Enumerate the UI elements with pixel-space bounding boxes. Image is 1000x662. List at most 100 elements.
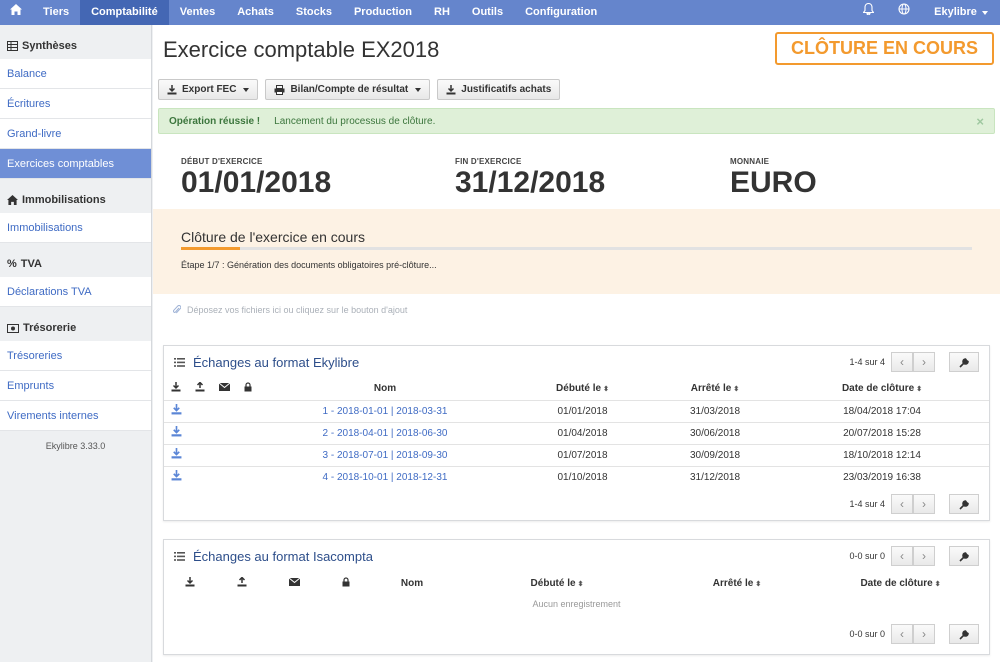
- nav-comptabilite[interactable]: Comptabilité: [80, 0, 169, 25]
- settings-button[interactable]: [949, 352, 979, 372]
- isacompta-exchanges-panel: Échanges au format Isacompta 0-0 sur 0 ‹…: [163, 539, 990, 655]
- wrench-icon: [958, 357, 969, 368]
- lock-cell: [236, 399, 260, 422]
- column-debute[interactable]: Débuté le ⬍: [452, 572, 662, 594]
- sort-icon: ⬍: [733, 386, 740, 394]
- pager-count: 1-4 sur 4: [849, 357, 885, 367]
- sidebar-section-title: TVA: [20, 258, 42, 270]
- next-page-button[interactable]: ›: [913, 546, 935, 566]
- table-row: 3 - 2018-07-01 | 2018-09-30 01/07/2018 30/…: [164, 443, 989, 466]
- close-icon[interactable]: ×: [976, 114, 984, 129]
- table-icon: [7, 41, 18, 51]
- column-cloture[interactable]: Date de clôture ⬍: [812, 572, 989, 594]
- home-icon: [10, 4, 22, 15]
- column-nom[interactable]: Nom: [260, 378, 510, 400]
- closing-title: Clôture de l'exercice en cours: [181, 229, 365, 245]
- download-icon: [171, 426, 181, 437]
- exchange-link[interactable]: 2 - 2018-04-01 | 2018-06-30: [323, 428, 448, 439]
- justificatifs-button[interactable]: Justificatifs achats: [437, 79, 561, 100]
- end-date-value: 31/12/2018: [455, 166, 606, 199]
- end-date-block: FIN D'EXERCICE 31/12/2018: [455, 157, 605, 200]
- sidebar-item-exercices[interactable]: Exercices comptables: [0, 149, 151, 179]
- table-row: 2 - 2018-04-01 | 2018-06-30 01/04/2018 30/…: [164, 421, 989, 444]
- sort-icon: ⬍: [603, 386, 609, 394]
- end-date-cell: 30/06/2018: [655, 421, 775, 444]
- download-button[interactable]: [164, 465, 188, 488]
- settings-button[interactable]: [949, 624, 979, 644]
- next-page-button[interactable]: ›: [913, 494, 935, 514]
- bell-icon: [862, 2, 875, 16]
- bilan-button[interactable]: Bilan/Compte de résultat: [265, 79, 431, 100]
- language-button[interactable]: [886, 0, 922, 25]
- closing-step: Étape 1/7 : Génération des documents obl…: [181, 260, 437, 270]
- isacompta-table: Nom Débuté le ⬍ Arrêté le ⬍ Date de clôtur…: [164, 572, 989, 594]
- name-cell: 4 - 2018-10-01 | 2018-12-31: [260, 465, 510, 488]
- user-menu[interactable]: Ekylibre: [922, 0, 1000, 25]
- prev-page-button[interactable]: ‹: [891, 624, 913, 644]
- exchange-link[interactable]: 1 - 2018-01-01 | 2018-03-31: [323, 406, 448, 417]
- nav-stocks[interactable]: Stocks: [285, 0, 343, 25]
- closing-date-cell: 18/04/2018 17:04: [775, 399, 989, 422]
- home-button[interactable]: [0, 0, 32, 25]
- settings-button[interactable]: [949, 546, 979, 566]
- column-arrete[interactable]: Arrêté le ⬍: [662, 572, 812, 594]
- sidebar-item-declarations-tva[interactable]: Déclarations TVA: [0, 277, 151, 307]
- upload-cell: [188, 399, 212, 422]
- nav-ventes[interactable]: Ventes: [169, 0, 226, 25]
- download-icon: [171, 448, 181, 459]
- nav-outils[interactable]: Outils: [461, 0, 514, 25]
- file-dropzone[interactable]: Déposez vos fichiers ici ou cliquez sur …: [173, 305, 407, 315]
- closing-date-cell: 20/07/2018 15:28: [775, 421, 989, 444]
- column-label: Arrêté le: [690, 383, 732, 395]
- sidebar-item-balance[interactable]: Balance: [0, 59, 151, 89]
- sidebar-item-emprunts[interactable]: Emprunts: [0, 371, 151, 401]
- sidebar-section-syntheses: Synthèses: [0, 33, 151, 59]
- column-cloture[interactable]: Date de clôture ⬍: [775, 378, 989, 400]
- nav-rh[interactable]: RH: [423, 0, 461, 25]
- nav-tiers[interactable]: Tiers: [32, 0, 80, 25]
- upload-column-icon: [216, 572, 268, 594]
- column-nom[interactable]: Nom: [372, 572, 452, 594]
- next-page-button[interactable]: ›: [913, 624, 935, 644]
- nav-achats[interactable]: Achats: [226, 0, 285, 25]
- sidebar-item-tresoreries[interactable]: Trésoreries: [0, 341, 151, 371]
- wrench-icon: [958, 629, 969, 640]
- exchange-link[interactable]: 4 - 2018-10-01 | 2018-12-31: [323, 472, 448, 483]
- panel-footer: 0-0 sur 0 ‹ ›: [164, 614, 989, 654]
- exchange-link[interactable]: 3 - 2018-07-01 | 2018-09-30: [323, 450, 448, 461]
- list-icon: [174, 357, 185, 367]
- sort-icon: ⬍: [916, 386, 923, 394]
- pager-count: 0-0 sur 0: [849, 551, 885, 561]
- dropzone-text: Déposez vos fichiers ici ou cliquez sur …: [187, 305, 408, 315]
- prev-page-button[interactable]: ‹: [891, 546, 913, 566]
- fiscal-year-summary: DÉBUT D'EXERCICE 01/01/2018 FIN D'EXERCI…: [153, 147, 1000, 209]
- pager: 1-4 sur 4 ‹ ›: [849, 352, 979, 372]
- sidebar-item-virements[interactable]: Virements internes: [0, 401, 151, 431]
- nav-configuration[interactable]: Configuration: [514, 0, 608, 25]
- notifications-button[interactable]: [851, 0, 886, 25]
- column-arrete[interactable]: Arrêté le ⬍: [655, 378, 775, 400]
- email-column-icon: [212, 378, 236, 400]
- download-button[interactable]: [164, 399, 188, 422]
- settings-button[interactable]: [949, 494, 979, 514]
- column-label: Débuté le: [530, 577, 576, 589]
- column-debute[interactable]: Débuté le ⬍: [510, 378, 655, 400]
- percent-icon: %: [7, 258, 17, 270]
- sidebar-item-grand-livre[interactable]: Grand-livre: [0, 119, 151, 149]
- column-label: Débuté le: [556, 383, 602, 395]
- end-date-cell: 30/09/2018: [655, 443, 775, 466]
- sidebar-item-immobilisations[interactable]: Immobilisations: [0, 213, 151, 243]
- lock-icon: [244, 382, 252, 392]
- prev-page-button[interactable]: ‹: [891, 352, 913, 372]
- export-fec-button[interactable]: Export FEC: [158, 79, 259, 100]
- download-button[interactable]: [164, 421, 188, 444]
- name-cell: 1 - 2018-01-01 | 2018-03-31: [260, 399, 510, 422]
- sidebar-item-ecritures[interactable]: Écritures: [0, 89, 151, 119]
- download-column-icon: [164, 572, 216, 594]
- download-button[interactable]: [164, 443, 188, 466]
- prev-page-button[interactable]: ‹: [891, 494, 913, 514]
- currency-label: MONNAIE: [730, 157, 770, 166]
- next-page-button[interactable]: ›: [913, 352, 935, 372]
- home-icon: [7, 195, 18, 205]
- nav-production[interactable]: Production: [343, 0, 423, 25]
